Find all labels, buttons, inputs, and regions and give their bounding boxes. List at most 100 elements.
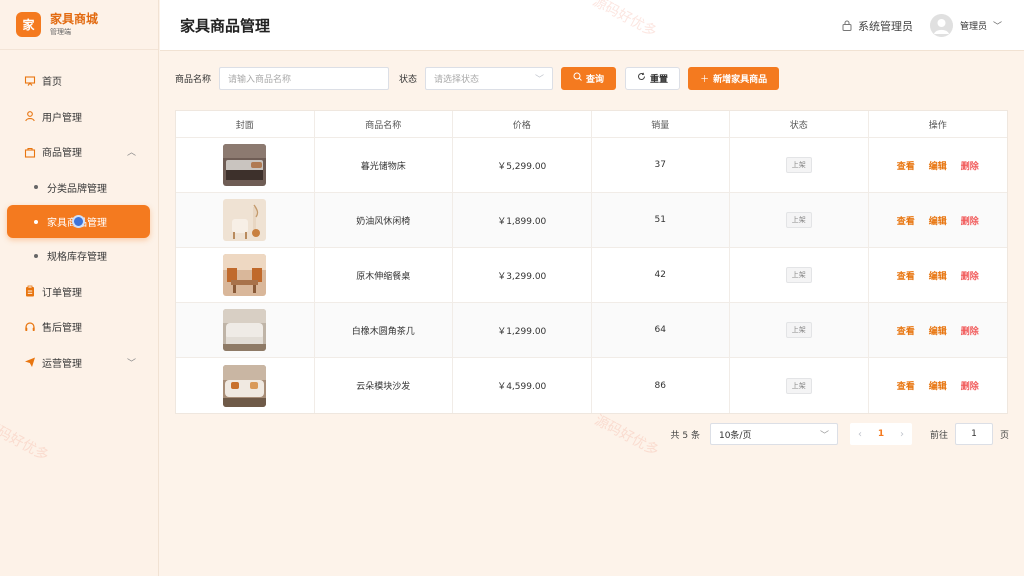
status-cell: 上架 <box>730 303 869 357</box>
sidebar-subitem-spec-stock[interactable]: 规格库存管理 <box>0 238 158 274</box>
sidebar-item-label: 订单管理 <box>42 287 82 299</box>
product-price: ￥5,299.00 <box>453 138 592 192</box>
sidebar-subitem-category-brand[interactable]: 分类品牌管理 <box>0 170 158 206</box>
add-product-button[interactable]: ＋ 新增家具商品 <box>688 66 780 90</box>
product-name: 暮光储物床 <box>315 138 453 192</box>
delete-link[interactable]: 删除 <box>961 269 979 282</box>
cover-cell <box>176 138 315 192</box>
chevron-down-icon: ﹀ <box>819 430 829 441</box>
page-size-select[interactable]: 10条/页 ﹀ <box>709 423 838 445</box>
edit-link[interactable]: 编辑 <box>929 269 947 282</box>
actions-cell: 查看 编辑 删除 <box>869 193 1007 247</box>
product-price: ￥4,599.00 <box>453 358 592 413</box>
edit-link[interactable]: 编辑 <box>929 214 947 227</box>
cover-cell <box>176 358 315 413</box>
view-link[interactable]: 查看 <box>897 214 915 227</box>
view-link[interactable]: 查看 <box>897 159 915 172</box>
sidebar-item-label: 售后管理 <box>42 323 82 335</box>
product-sales: 64 <box>592 303 730 357</box>
sidebar-item-after-sales[interactable]: 售后管理 <box>0 309 158 345</box>
status-badge: 上架 <box>785 212 812 228</box>
sidebar-subitem-furniture-products[interactable]: 家具商品管理 <box>7 205 150 238</box>
bag-icon <box>24 146 36 158</box>
name-filter-label: 商品名称 <box>175 74 212 85</box>
user-name[interactable]: 管理员 <box>960 19 987 32</box>
actions-cell: 查看 编辑 删除 <box>869 303 1007 357</box>
column-header-name: 商品名称 <box>315 111 453 137</box>
product-table: 封面 商品名称 价格 销量 状态 操作 暮光储物床 ￥5,299.00 37 上… <box>175 110 1008 414</box>
lock-icon <box>842 20 852 31</box>
product-cover-image <box>223 144 267 186</box>
column-header-price: 价格 <box>453 111 592 137</box>
edit-link[interactable]: 编辑 <box>929 379 947 392</box>
sidebar-item-label: 商品管理 <box>42 148 82 160</box>
view-link[interactable]: 查看 <box>897 269 915 282</box>
column-header-sales: 销量 <box>592 111 730 137</box>
sidebar-item-users[interactable]: 用户管理 <box>0 99 158 135</box>
sidebar-item-label: 首页 <box>42 77 62 89</box>
table-row: 白橡木圆角茶几 ￥1,299.00 64 上架 查看 编辑 删除 <box>176 303 1007 358</box>
chevron-up-icon: ︿ <box>126 148 136 159</box>
chevron-down-icon: ﹀ <box>126 358 136 369</box>
avatar[interactable] <box>929 14 953 37</box>
sidebar-item-products[interactable]: 商品管理 ︿ <box>0 134 158 170</box>
sidebar-item-orders[interactable]: 订单管理 <box>0 274 158 310</box>
bullet-icon <box>34 253 38 258</box>
page-unit-label: 页 <box>999 430 1009 441</box>
prev-page-icon[interactable]: ‹ <box>850 429 870 440</box>
status-cell: 上架 <box>730 248 869 302</box>
product-sales: 37 <box>592 138 730 192</box>
column-header-status: 状态 <box>730 111 869 137</box>
status-cell: 上架 <box>730 138 869 192</box>
product-cover-image <box>223 364 267 407</box>
reset-button[interactable]: 重置 <box>625 66 681 90</box>
bullet-icon <box>34 185 38 190</box>
cursor-indicator-icon <box>72 215 85 228</box>
product-price: ￥1,299.00 <box>453 303 592 357</box>
column-header-cover: 封面 <box>176 111 315 137</box>
brand-logo: 家 <box>16 12 41 37</box>
delete-link[interactable]: 删除 <box>961 379 979 392</box>
delete-link[interactable]: 删除 <box>961 214 979 227</box>
product-cover-image <box>223 309 267 351</box>
table-row: 奶油风休闲椅 ￥1,899.00 51 上架 查看 编辑 删除 <box>176 193 1007 248</box>
product-name: 原木伸缩餐桌 <box>315 248 453 302</box>
edit-link[interactable]: 编辑 <box>929 159 947 172</box>
actions-cell: 查看 编辑 删除 <box>869 138 1007 192</box>
search-button-label: 查询 <box>586 74 605 85</box>
product-price: ￥3,299.00 <box>453 248 592 302</box>
sidebar-item-home[interactable]: 首页 <box>0 63 158 99</box>
product-name-input[interactable]: 请输入商品名称 <box>219 66 390 90</box>
edit-link[interactable]: 编辑 <box>929 324 947 337</box>
status-badge: 上架 <box>785 267 812 283</box>
bullet-icon <box>34 219 38 224</box>
product-sales: 42 <box>592 248 730 302</box>
table-header-row: 封面 商品名称 价格 销量 状态 操作 <box>176 111 1007 138</box>
goto-page-input[interactable]: 1 <box>954 423 993 445</box>
delete-link[interactable]: 删除 <box>961 324 979 337</box>
top-header: 家具商品管理 系统管理员 管理员 ﹀ <box>160 0 1024 51</box>
view-link[interactable]: 查看 <box>897 324 915 337</box>
goto-page-value: 1 <box>971 429 977 439</box>
search-button[interactable]: 查询 <box>561 66 617 90</box>
sidebar-menu: 首页 用户管理 商品管理 ︿ 分类品牌管理 家具商品管理 规格库存管理 <box>0 63 158 380</box>
page-size-value: 10条/页 <box>718 430 752 441</box>
table-row: 云朵模块沙发 ￥4,599.00 86 上架 查看 编辑 删除 <box>176 358 1007 413</box>
headset-icon <box>24 321 36 333</box>
sidebar-subitem-label: 分类品牌管理 <box>47 183 107 195</box>
chevron-down-icon[interactable]: ﹀ <box>993 19 1002 32</box>
view-link[interactable]: 查看 <box>897 379 915 392</box>
status-cell: 上架 <box>730 193 869 247</box>
page-navigator: ‹ 1 › <box>849 423 912 445</box>
sidebar-item-operations[interactable]: 运营管理 ﹀ <box>0 345 158 381</box>
page-title: 家具商品管理 <box>180 16 271 35</box>
delete-link[interactable]: 删除 <box>961 159 979 172</box>
refresh-icon <box>637 72 646 84</box>
product-name: 奶油风休闲椅 <box>315 193 453 247</box>
user-icon <box>24 110 36 122</box>
next-page-icon[interactable]: › <box>892 429 912 440</box>
status-select[interactable]: 请选择状态 ﹀ <box>425 66 554 90</box>
current-page-number[interactable]: 1 <box>870 429 892 439</box>
pagination-total: 共 5 条 <box>670 430 700 441</box>
brand-subtitle: 管理端 <box>50 28 71 36</box>
